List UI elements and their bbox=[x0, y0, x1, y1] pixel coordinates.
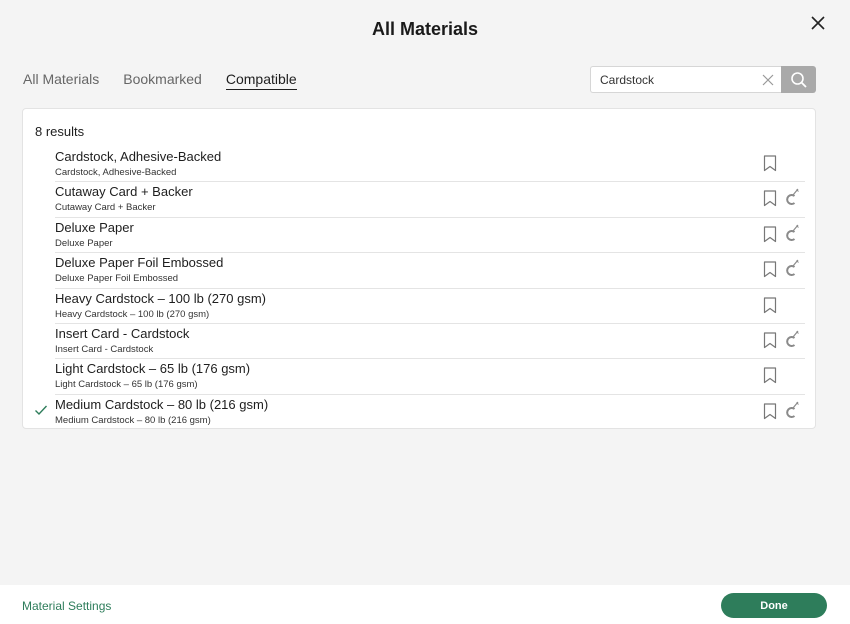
material-subtitle: Insert Card - Cardstock bbox=[55, 343, 154, 355]
bookmark-icon[interactable] bbox=[763, 296, 777, 314]
done-button[interactable]: Done bbox=[721, 593, 827, 618]
search-input[interactable] bbox=[600, 72, 750, 87]
check-icon bbox=[34, 403, 48, 417]
list-item[interactable]: Medium Cardstock – 80 lb (216 gsm) Medium… bbox=[35, 395, 805, 430]
search-bar bbox=[590, 66, 816, 93]
material-name: Medium Cardstock – 80 lb (216 gsm) bbox=[55, 396, 269, 412]
material-name: Cutaway Card + Backer bbox=[55, 184, 193, 200]
bookmark-icon[interactable] bbox=[763, 155, 777, 172]
search-field-wrapper bbox=[590, 66, 781, 93]
material-name: Heavy Cardstock – 100 lb (270 gsm) bbox=[55, 290, 266, 306]
bookmark-icon[interactable] bbox=[763, 332, 777, 349]
search-button[interactable] bbox=[781, 66, 816, 93]
material-subtitle: Deluxe Paper Foil Embossed bbox=[55, 273, 179, 285]
close-icon[interactable] bbox=[808, 13, 828, 33]
list-item[interactable]: Cardstock, Adhesive-Backed Cardstock, Adh… bbox=[55, 147, 805, 183]
bookmark-icon[interactable] bbox=[763, 367, 777, 384]
dialog-title: All Materials bbox=[371, 19, 479, 39]
compatible-tool-icon bbox=[784, 187, 800, 207]
material-settings-link[interactable]: Material Settings bbox=[22, 599, 111, 613]
bookmark-icon[interactable] bbox=[763, 403, 777, 420]
material-subtitle: Heavy Cardstock – 100 lb (270 gsm) bbox=[55, 308, 210, 320]
search-icon bbox=[790, 71, 807, 88]
bookmark-icon[interactable] bbox=[763, 190, 777, 207]
material-subtitle: Cardstock, Adhesive-Backed bbox=[55, 167, 177, 178]
material-subtitle: Deluxe Paper bbox=[55, 237, 113, 249]
list-item[interactable]: Heavy Cardstock – 100 lb (270 gsm) Heavy … bbox=[55, 289, 805, 324]
compatible-tool-icon bbox=[784, 329, 800, 349]
material-name: Light Cardstock – 65 lb (176 gsm) bbox=[55, 361, 251, 377]
material-subtitle: Light Cardstock – 65 lb (176 gsm) bbox=[55, 379, 198, 391]
compatible-tool-icon bbox=[784, 258, 800, 278]
results-count: 8 results bbox=[35, 124, 85, 139]
list-item[interactable]: Light Cardstock – 65 lb (176 gsm) Light C… bbox=[55, 359, 805, 395]
material-name: Deluxe Paper bbox=[55, 219, 134, 235]
footer: Material Settings Done bbox=[0, 585, 850, 624]
bookmark-icon[interactable] bbox=[763, 261, 777, 278]
list-item[interactable]: Deluxe Paper Deluxe Paper bbox=[55, 218, 805, 254]
material-subtitle: Medium Cardstock – 80 lb (216 gsm) bbox=[55, 414, 211, 426]
material-name: Cardstock, Adhesive-Backed bbox=[55, 149, 222, 164]
tab-compatible[interactable]: Compatible bbox=[225, 71, 297, 90]
bookmark-icon[interactable] bbox=[763, 226, 777, 243]
material-name: Deluxe Paper Foil Embossed bbox=[55, 255, 224, 271]
tab-bookmarked[interactable]: Bookmarked bbox=[123, 71, 202, 90]
material-subtitle: Cutaway Card + Backer bbox=[55, 202, 156, 214]
compatible-tool-icon bbox=[784, 400, 800, 420]
list-item[interactable]: Insert Card - Cardstock Insert Card - Car… bbox=[55, 324, 805, 360]
material-tabs: All Materials Bookmarked Compatible bbox=[23, 71, 321, 90]
compatible-tool-icon bbox=[784, 223, 800, 243]
clear-icon[interactable] bbox=[761, 73, 775, 87]
results-list: Cardstock, Adhesive-Backed Cardstock, Adh… bbox=[23, 147, 815, 430]
material-name: Insert Card - Cardstock bbox=[55, 325, 190, 341]
tab-all-materials[interactable]: All Materials bbox=[23, 71, 99, 90]
list-item[interactable]: Cutaway Card + Backer Cutaway Card + Back… bbox=[55, 182, 805, 218]
list-item[interactable]: Deluxe Paper Foil Embossed Deluxe Paper F… bbox=[55, 253, 805, 289]
results-panel: 8 results Cardstock, Adhesive-Backed Card… bbox=[22, 108, 816, 429]
